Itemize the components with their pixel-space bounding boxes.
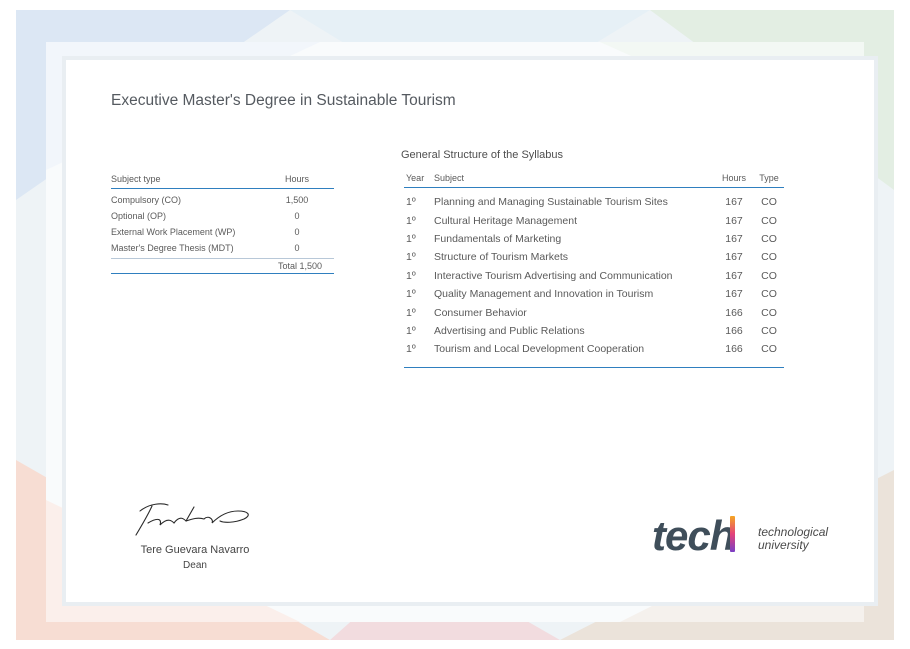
syllabus-header-type: Type [759, 173, 779, 183]
syllabus-row-type: CO [761, 196, 777, 209]
syllabus-row: 1º Structure of Tourism Markets 167 CO [404, 248, 784, 266]
syllabus-header-hours: Hours [721, 173, 746, 183]
syllabus-row-year: 1º [406, 324, 416, 337]
syllabus-row: 1º Planning and Managing Sustainable Tou… [404, 193, 784, 211]
summary-total: Total 1,500 [277, 261, 322, 271]
syllabus-header-year: Year [406, 173, 425, 183]
syllabus-table: Year Subject Hours Type 1º Planning and … [404, 169, 784, 368]
syllabus-row-year: 1º [406, 214, 416, 227]
signatory-role: Dean [183, 560, 207, 571]
logo-wordmark: tech [652, 512, 735, 559]
syllabus-row-type: CO [761, 343, 777, 356]
syllabus-row-type: CO [761, 214, 777, 227]
syllabus-row-year: 1º [406, 232, 416, 245]
summary-total-row: Total 1,500 [111, 258, 334, 274]
summary-row-type: Master's Degree Thesis (MDT) [111, 243, 234, 253]
summary-row-type: Compulsory (CO) [111, 195, 182, 205]
syllabus-row-hours: 167 [725, 214, 743, 227]
syllabus-row-type: CO [761, 324, 777, 337]
syllabus-rows: 1º Planning and Managing Sustainable Tou… [404, 188, 784, 368]
syllabus-row-year: 1º [406, 196, 416, 209]
syllabus-row: 1º Consumer Behavior 166 CO [404, 303, 784, 321]
syllabus-row-hours: 166 [725, 324, 743, 337]
summary-header-hours: Hours [284, 174, 309, 184]
summary-row-hours: 0 [294, 211, 300, 221]
logo-accent-icon [730, 516, 735, 552]
syllabus-row: 1º Quality Management and Innovation in … [404, 285, 784, 303]
summary-row-hours: 0 [294, 227, 300, 237]
syllabus-row-subject: Cultural Heritage Management [434, 214, 577, 227]
syllabus-row-year: 1º [406, 251, 416, 264]
syllabus-row-hours: 167 [725, 196, 743, 209]
syllabus-header-subject: Subject [434, 173, 465, 183]
syllabus-row-type: CO [761, 288, 777, 301]
summary-row: Master's Degree Thesis (MDT) 0 [111, 240, 334, 256]
syllabus-row: 1º Advertising and Public Relations 166 … [404, 322, 784, 340]
summary-row-type: External Work Placement (WP) [111, 227, 236, 237]
summary-row-hours: 1,500 [285, 195, 309, 205]
syllabus-row-hours: 166 [725, 306, 743, 319]
syllabus-row-type: CO [761, 269, 777, 282]
summary-row-hours: 0 [294, 243, 300, 253]
summary-row: Compulsory (CO) 1,500 [111, 192, 334, 208]
syllabus-row-year: 1º [406, 269, 416, 282]
syllabus-caption: General Structure of the Syllabus [401, 149, 564, 161]
syllabus-row-type: CO [761, 306, 777, 319]
summary-header-row: Subject type Hours [111, 170, 334, 189]
syllabus-row-hours: 167 [725, 288, 743, 301]
syllabus-row-subject: Interactive Tourism Advertising and Comm… [434, 269, 673, 282]
summary-row: Optional (OP) 0 [111, 208, 334, 224]
syllabus-row-subject: Planning and Managing Sustainable Touris… [434, 196, 668, 209]
syllabus-row-hours: 167 [725, 232, 743, 245]
syllabus-row-hours: 166 [725, 343, 743, 356]
syllabus-row: 1º Fundamentals of Marketing 167 CO [404, 230, 784, 248]
syllabus-row: 1º Interactive Tourism Advertising and C… [404, 267, 784, 285]
syllabus-row-type: CO [761, 232, 777, 245]
syllabus-row-subject: Consumer Behavior [434, 306, 527, 319]
syllabus-row-subject: Structure of Tourism Markets [434, 251, 569, 264]
syllabus-row-hours: 167 [725, 251, 743, 264]
syllabus-row-year: 1º [406, 306, 416, 319]
syllabus-header-row: Year Subject Hours Type [404, 169, 784, 188]
summary-header-type: Subject type [111, 174, 161, 184]
syllabus-row-type: CO [761, 251, 777, 264]
syllabus-row-subject: Tourism and Local Development Cooperatio… [434, 343, 645, 356]
summary-row: External Work Placement (WP) 0 [111, 224, 334, 240]
syllabus-row: 1º Cultural Heritage Management 167 CO [404, 211, 784, 229]
signatory-name: Tere Guevara Navarro [140, 544, 250, 556]
syllabus-row-subject: Fundamentals of Marketing [434, 232, 562, 245]
logo-tagline: technological university [758, 526, 828, 552]
subject-type-summary-table: Subject type Hours Compulsory (CO) 1,500… [111, 170, 334, 274]
signature-image [135, 503, 249, 536]
syllabus-row-year: 1º [406, 343, 416, 356]
tech-university-logo: tech technological university [652, 512, 837, 560]
summary-row-type: Optional (OP) [111, 211, 167, 221]
syllabus-row-subject: Advertising and Public Relations [434, 324, 585, 337]
document-title: Executive Master's Degree in Sustainable… [111, 92, 456, 109]
logo-tagline-line2: university [758, 538, 809, 552]
syllabus-row-hours: 167 [725, 269, 743, 282]
syllabus-row: 1º Tourism and Local Development Coopera… [404, 340, 784, 358]
syllabus-row-year: 1º [406, 288, 416, 301]
syllabus-row-subject: Quality Management and Innovation in Tou… [434, 288, 654, 301]
